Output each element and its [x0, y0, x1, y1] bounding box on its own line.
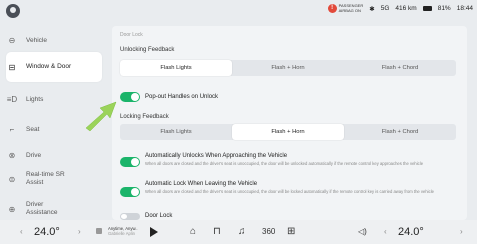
lock-option-flash-horn[interactable]: Flash + Horn: [232, 124, 344, 140]
door-lock-toggle[interactable]: [120, 213, 140, 220]
car-icon: ⊖: [8, 35, 16, 45]
temp-left-up-chevron-icon[interactable]: ›: [78, 227, 81, 236]
locking-feedback-selector: Flash Lights Flash + Horn Flash + Chord: [120, 124, 456, 140]
battery-percent: 81%: [437, 5, 451, 12]
seat-icon: ⌐: [9, 124, 15, 134]
battery-icon: [422, 6, 432, 11]
360-camera-icon[interactable]: 360: [262, 227, 275, 236]
airbag-line2: AIRBAG ON: [338, 7, 361, 13]
media-album-icon: [96, 228, 102, 234]
temp-right-up-chevron-icon[interactable]: ›: [460, 227, 463, 236]
sidebar-item-drive[interactable]: ⊗ Drive: [6, 144, 102, 166]
lock-option-flash-chord[interactable]: Flash + Chord: [344, 124, 456, 140]
status-bar: ! PASSENGER AIRBAG ON ✱ 5G 416 km 81% 18…: [0, 0, 477, 22]
signal-5g: 5G: [380, 5, 390, 12]
auto-unlock-description: When all doors are closed and the driver…: [145, 161, 424, 166]
unlock-option-flash-horn[interactable]: Flash + Horn: [232, 60, 344, 76]
locking-feedback-title: Locking Feedback: [120, 114, 169, 120]
unlock-option-flash-chord[interactable]: Flash + Chord: [344, 60, 456, 76]
unlock-option-flash-lights[interactable]: Flash Lights: [120, 60, 232, 76]
sidebar-item-window-door[interactable]: ⊟ Window & Door: [6, 52, 102, 82]
apps-grid-icon[interactable]: ⊞: [287, 226, 295, 237]
bluetooth-icon: ✱: [369, 5, 375, 13]
right-temperature: 24.0°: [398, 226, 424, 238]
driver-assistance-icon: ⊕: [8, 204, 16, 214]
lock-option-flash-lights[interactable]: Flash Lights: [120, 124, 232, 140]
status-area: ! PASSENGER AIRBAG ON ✱ 5G 416 km 81% 18…: [327, 3, 473, 13]
highlight-arrow-icon: [85, 101, 117, 132]
auto-unlock-title: Automatically Unlocks When Approaching t…: [145, 153, 288, 159]
now-playing[interactable]: Anytime, Anyw.. Gabrielle Aplin: [108, 226, 138, 236]
car-control-icon[interactable]: ⊓: [213, 226, 221, 237]
unlocking-feedback-title: Unlocking Feedback: [120, 47, 175, 53]
window-door-icon: ⊟: [8, 62, 16, 72]
sr-assist-icon: ⊜: [8, 174, 16, 184]
steering-wheel-icon: ⊗: [8, 150, 16, 160]
sidebar-item-sr-assist[interactable]: ⊜ Real-time SR Assist: [6, 164, 102, 194]
play-icon[interactable]: [150, 227, 158, 237]
clock: 18:44: [456, 5, 473, 12]
door-lock-settings-panel: Door Lock Unlocking Feedback Flash Light…: [112, 26, 467, 220]
auto-lock-title: Automatic Lock When Leaving the Vehicle: [145, 181, 258, 187]
breadcrumb: Door Lock: [120, 32, 143, 38]
temp-left-down-chevron-icon[interactable]: ‹: [20, 227, 23, 236]
profile-avatar[interactable]: [6, 4, 20, 18]
volume-icon[interactable]: ◁): [358, 227, 367, 236]
auto-unlock-toggle[interactable]: [120, 157, 140, 167]
door-lock-title: Door Lock: [145, 213, 173, 219]
unlocking-feedback-selector: Flash Lights Flash + Horn Flash + Chord: [120, 60, 456, 76]
popout-handles-label: Pop-out Handles on Unlock: [145, 94, 219, 100]
range-text: 416 km: [395, 5, 417, 12]
home-icon[interactable]: ⌂: [190, 226, 196, 237]
sidebar-item-vehicle[interactable]: ⊖ Vehicle: [6, 29, 102, 51]
airbag-icon: !: [327, 4, 337, 13]
lights-icon: ≡D: [6, 94, 18, 104]
auto-lock-toggle[interactable]: [120, 187, 140, 197]
temp-right-down-chevron-icon[interactable]: ‹: [384, 227, 387, 236]
music-icon[interactable]: ♫: [238, 226, 246, 237]
left-temperature: 24.0°: [34, 226, 60, 238]
auto-lock-description: When all doors are closed and the driver…: [145, 189, 434, 194]
bottom-dock: ‹ 24.0° › Anytime, Anyw.. Gabrielle Apli…: [0, 220, 477, 244]
passenger-airbag-indicator: ! PASSENGER AIRBAG ON: [327, 3, 363, 13]
popout-handles-toggle[interactable]: [120, 92, 140, 102]
